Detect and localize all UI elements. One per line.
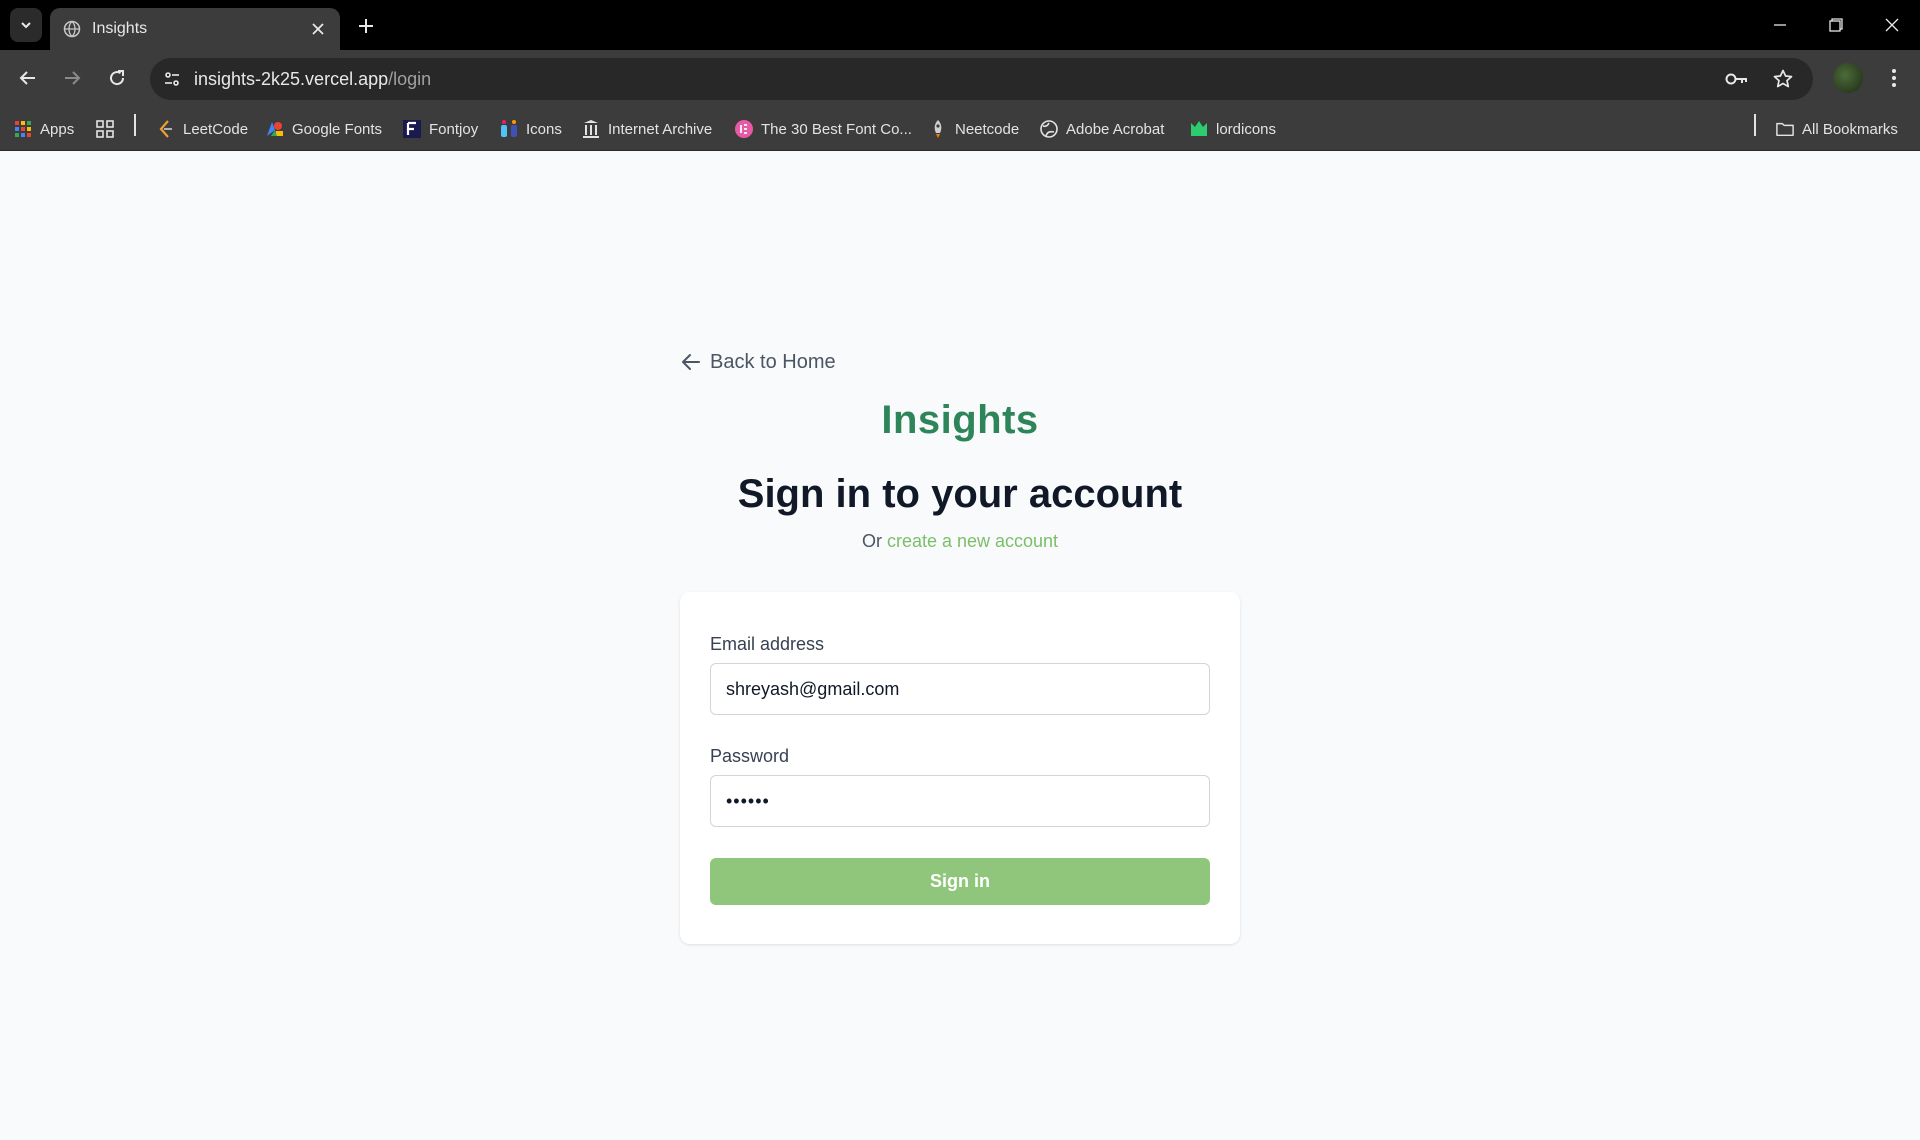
bookmark-apps[interactable]: Apps: [14, 116, 74, 142]
elementor-icon: [735, 120, 753, 138]
bookmark-label: LeetCode: [183, 120, 249, 138]
tab-search-button[interactable]: [10, 8, 42, 42]
url-path: /login: [388, 68, 432, 89]
create-account-link[interactable]: create a new account: [887, 531, 1058, 551]
arrow-left-icon: [680, 350, 704, 374]
window-controls: [1752, 0, 1920, 50]
profile-avatar[interactable]: [1833, 63, 1863, 93]
back-arrow-icon[interactable]: [12, 62, 44, 94]
bookmark-fontjoy[interactable]: Fontjoy: [403, 116, 478, 142]
lordicon-icon: [1190, 120, 1208, 138]
bookmark-separator: [1754, 114, 1756, 136]
chevron-down-icon: [21, 22, 31, 29]
apps-grid-icon: [14, 120, 32, 138]
url-host: insights-2k25.vercel.app: [194, 68, 389, 89]
tab-title: Insights: [92, 20, 148, 37]
folder-icon: [1776, 120, 1794, 138]
all-bookmarks-label: All Bookmarks: [1802, 120, 1898, 138]
rocket-icon: [929, 120, 947, 138]
site-settings-icon[interactable]: [156, 63, 188, 95]
login-form-card: Email address Password Sign in: [680, 592, 1240, 944]
bookmark-label: Google Fonts: [292, 120, 383, 138]
address-bar[interactable]: insights-2k25.vercel.app/login: [150, 58, 1813, 100]
bookmark-leetcode[interactable]: LeetCode: [157, 116, 248, 142]
url-text: insights-2k25.vercel.app/login: [194, 69, 1721, 90]
tab-strip: Insights: [0, 0, 1920, 50]
bookmark-neetcode[interactable]: Neetcode: [929, 116, 1019, 142]
password-key-icon[interactable]: [1721, 63, 1753, 95]
brand-logo-text: Insights: [881, 398, 1039, 442]
all-bookmarks[interactable]: All Bookmarks: [1776, 116, 1898, 142]
bookmark-label: Neetcode: [955, 120, 1020, 138]
forward-arrow-icon[interactable]: [56, 62, 88, 94]
bookmark-label: lordicons: [1216, 120, 1277, 138]
email-label: Email address: [710, 634, 825, 654]
signup-prompt-prefix: Or: [861, 531, 882, 551]
restore-icon[interactable]: [1808, 0, 1864, 50]
google-fonts-icon: [266, 120, 284, 138]
password-field[interactable]: [710, 775, 1210, 827]
bookmark-label: Apps: [40, 120, 75, 138]
bookmark-icons[interactable]: Icons: [500, 116, 562, 142]
sign-in-button[interactable]: Sign in: [710, 858, 1210, 905]
bookmarks-bar: Apps LeetCode Google Fonts Fontjoy Icons: [0, 106, 1920, 151]
internet-archive-icon: [582, 120, 600, 138]
active-tab[interactable]: Insights: [50, 8, 340, 50]
bookmark-best-fonts[interactable]: The 30 Best Font Co...: [735, 116, 912, 142]
bookmark-star-icon[interactable]: [1767, 63, 1799, 95]
fontjoy-icon: [403, 120, 421, 138]
close-tab-icon[interactable]: [308, 19, 328, 39]
close-window-icon[interactable]: [1864, 0, 1920, 50]
bookmark-label: Adobe Acrobat: [1066, 120, 1165, 138]
bookmark-separator: [134, 114, 136, 136]
back-to-home-link[interactable]: Back to Home: [680, 350, 836, 374]
bookmark-internet-archive[interactable]: Internet Archive: [582, 116, 712, 142]
browser-toolbar: insights-2k25.vercel.app/login: [0, 50, 1920, 106]
minimize-icon[interactable]: [1752, 0, 1808, 50]
more-menu-icon[interactable]: [1878, 62, 1910, 94]
leetcode-icon: [157, 120, 175, 138]
email-field[interactable]: [710, 663, 1210, 715]
new-tab-icon[interactable]: [352, 12, 380, 40]
bookmark-label: Internet Archive: [608, 120, 713, 138]
globe-icon: [1040, 120, 1058, 138]
bookmark-label: Icons: [526, 120, 562, 138]
icons-icon: [500, 120, 518, 138]
signup-prompt: Or create a new account: [0, 531, 1920, 552]
bookmark-label: The 30 Best Font Co...: [761, 120, 912, 138]
bookmark-lordicons[interactable]: lordicons: [1190, 116, 1276, 142]
bookmark-adobe-acrobat[interactable]: Adobe Acrobat: [1040, 116, 1164, 142]
globe-icon: [62, 19, 82, 39]
bookmark-grid[interactable]: [96, 116, 122, 142]
reload-icon[interactable]: [101, 62, 133, 94]
page-title: Sign in to your account: [737, 472, 1183, 516]
bookmark-label: Fontjoy: [429, 120, 479, 138]
password-label: Password: [710, 746, 790, 766]
back-to-home-label: Back to Home: [710, 350, 836, 373]
bookmark-google-fonts[interactable]: Google Fonts: [266, 116, 382, 142]
grid-icon: [96, 120, 114, 138]
